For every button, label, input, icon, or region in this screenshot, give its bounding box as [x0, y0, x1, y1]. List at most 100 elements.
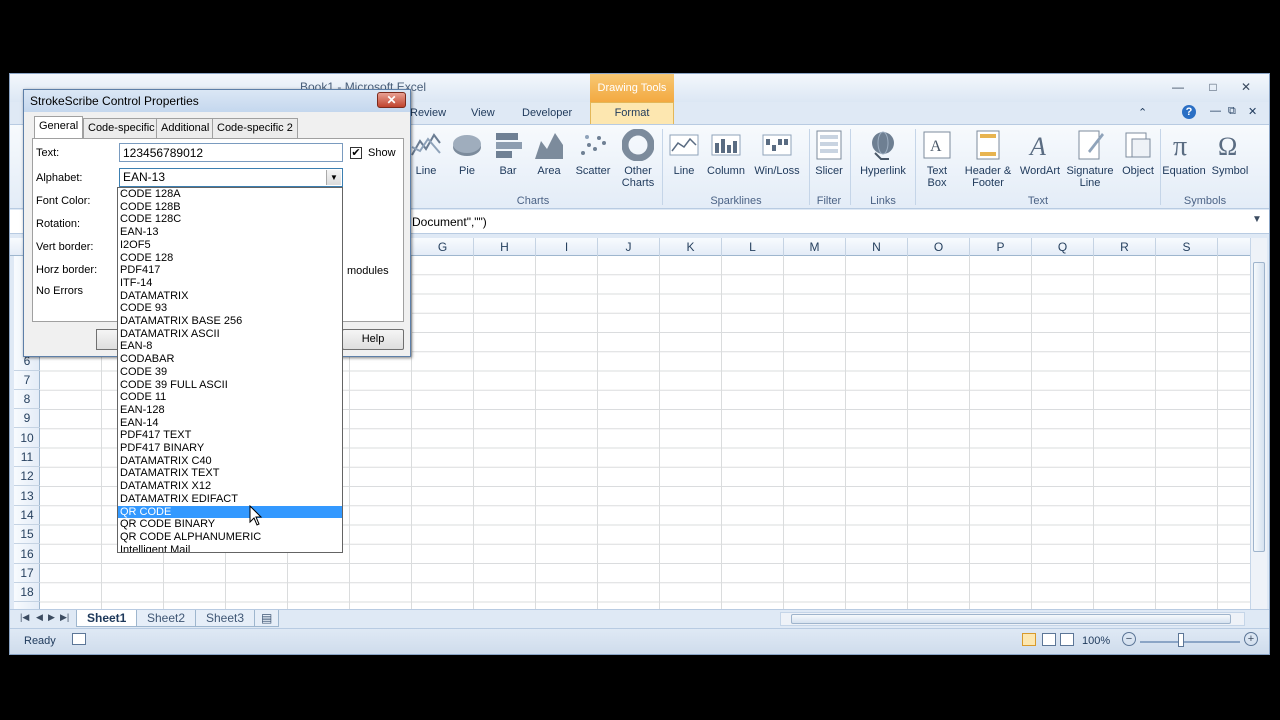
row-header[interactable]: 10 [14, 429, 40, 449]
row-header[interactable]: 14 [14, 506, 40, 526]
row-header[interactable]: 11 [14, 448, 40, 468]
dropdown-option[interactable]: DATAMATRIX C40 [118, 455, 342, 468]
scatter-chart-button[interactable]: Scatter [572, 129, 614, 195]
column-header[interactable]: L [722, 238, 784, 256]
dropdown-option[interactable]: ITF-14 [118, 277, 342, 290]
sheet-nav-next-icon[interactable]: ▶ [48, 612, 55, 623]
signature-line-button[interactable]: Signature Line [1064, 129, 1116, 195]
dropdown-option[interactable]: CODE 128A [118, 188, 342, 201]
page-layout-view-icon[interactable] [1042, 633, 1056, 646]
dropdown-option[interactable]: PDF417 BINARY [118, 442, 342, 455]
dropdown-option[interactable]: DATAMATRIX ASCII [118, 328, 342, 341]
row-header[interactable]: 15 [14, 525, 40, 545]
close-icon[interactable]: ✕ [1234, 78, 1258, 96]
column-header[interactable]: Q [1032, 238, 1094, 256]
tab-view[interactable]: View [471, 107, 495, 119]
zoom-slider[interactable] [1140, 641, 1240, 643]
slicer-button[interactable]: Slicer [812, 129, 846, 195]
dropdown-option[interactable]: DATAMATRIX TEXT [118, 467, 342, 480]
dropdown-option[interactable]: EAN-8 [118, 340, 342, 353]
expand-formula-icon[interactable]: ▼ [1252, 214, 1262, 225]
hyperlink-button[interactable]: Hyperlink [854, 129, 912, 195]
column-header[interactable]: H [474, 238, 536, 256]
object-button[interactable]: Object [1118, 129, 1158, 195]
sparkline-winloss-button[interactable]: Win/Loss [752, 129, 802, 195]
macro-record-icon[interactable] [72, 633, 86, 645]
other-charts-button[interactable]: Other Charts [616, 129, 660, 195]
text-input[interactable] [119, 143, 343, 162]
help-icon[interactable]: ? [1182, 105, 1196, 119]
insert-sheet-icon[interactable]: ▤ [254, 610, 280, 627]
horizontal-scrollbar[interactable] [780, 612, 1245, 626]
dropdown-option[interactable]: CODE 11 [118, 391, 342, 404]
caret-up-icon[interactable]: ⌃ [1138, 106, 1147, 119]
tab-format[interactable]: Format [590, 102, 674, 124]
zoom-out-icon[interactable]: − [1122, 632, 1136, 646]
dropdown-option[interactable]: Intelligent Mail [118, 544, 342, 552]
row-header[interactable]: 9 [14, 409, 40, 429]
maximize-icon[interactable]: □ [1201, 78, 1225, 96]
dropdown-option[interactable]: CODE 128 [118, 252, 342, 265]
dropdown-option[interactable]: CODE 39 [118, 366, 342, 379]
column-header[interactable]: G [412, 238, 474, 256]
dropdown-option[interactable]: DATAMATRIX [118, 290, 342, 303]
sheet-tab-sheet1[interactable]: Sheet1 [76, 610, 138, 627]
row-header[interactable]: 17 [14, 564, 40, 584]
column-header[interactable]: J [598, 238, 660, 256]
sparkline-column-button[interactable]: Column [704, 129, 748, 195]
show-checkbox[interactable]: ✔ [350, 147, 362, 159]
dropdown-option[interactable]: CODE 128B [118, 201, 342, 214]
dropdown-option[interactable]: QR CODE BINARY [118, 518, 342, 531]
column-header[interactable]: M [784, 238, 846, 256]
restore-icon[interactable]: ⧉ [1228, 105, 1236, 118]
dropdown-option[interactable]: I2OF5 [118, 239, 342, 252]
zoom-slider-thumb[interactable] [1178, 633, 1184, 647]
dialog-close-icon[interactable]: ✕ [377, 92, 406, 108]
dropdown-option[interactable]: CODE 39 FULL ASCII [118, 379, 342, 392]
pie-chart-button[interactable]: Pie [448, 129, 486, 195]
tab-additional[interactable]: Additional [156, 118, 215, 138]
dropdown-option[interactable]: QR CODE [118, 505, 342, 519]
equation-button[interactable]: π Equation [1160, 129, 1208, 195]
tab-developer[interactable]: Developer [522, 107, 572, 119]
header-footer-button[interactable]: Header & Footer [960, 129, 1016, 195]
zoom-level[interactable]: 100% [1082, 635, 1110, 647]
alphabet-dropdown-list[interactable]: CODE 128A CODE 128B CODE 128C EAN-13 I2OF5 CO… [117, 187, 343, 553]
sheet-nav-prev-icon[interactable]: ◀ [36, 612, 43, 623]
sparkline-line-button[interactable]: Line [666, 129, 702, 195]
dropdown-option[interactable]: PDF417 [118, 264, 342, 277]
column-header[interactable]: O [908, 238, 970, 256]
dropdown-option[interactable]: EAN-128 [118, 404, 342, 417]
close-workbook-icon[interactable]: ✕ [1248, 105, 1257, 118]
horizontal-scroll-thumb[interactable] [791, 614, 1231, 624]
row-header[interactable]: 18 [14, 583, 40, 603]
dropdown-option[interactable]: DATAMATRIX EDIFACT [118, 493, 342, 506]
dropdown-option[interactable]: CODE 128C [118, 213, 342, 226]
help-button[interactable]: Help [342, 329, 404, 350]
dropdown-option[interactable]: CODABAR [118, 353, 342, 366]
dropdown-option[interactable]: PDF417 TEXT [118, 429, 342, 442]
minimize-ribbon-icon[interactable]: — [1210, 105, 1221, 117]
dropdown-option[interactable]: DATAMATRIX BASE 256 [118, 315, 342, 328]
column-header[interactable]: P [970, 238, 1032, 256]
dropdown-option[interactable]: CODE 93 [118, 302, 342, 315]
line-chart-button[interactable]: Line [408, 129, 444, 195]
dropdown-option[interactable]: DATAMATRIX X12 [118, 480, 342, 493]
row-header[interactable]: 13 [14, 487, 40, 507]
minimize-icon[interactable]: — [1166, 78, 1190, 96]
row-header[interactable]: 7 [14, 371, 40, 391]
row-header[interactable]: 12 [14, 467, 40, 487]
bar-chart-button[interactable]: Bar [490, 129, 526, 195]
tab-review[interactable]: Review [410, 107, 446, 119]
dropdown-option[interactable]: EAN-14 [118, 417, 342, 430]
text-box-button[interactable]: A Text Box [918, 129, 956, 195]
tab-general[interactable]: General [34, 116, 84, 138]
sheet-nav-first-icon[interactable]: |◀ [20, 612, 29, 623]
column-header[interactable]: I [536, 238, 598, 256]
page-break-view-icon[interactable] [1060, 633, 1074, 646]
sheet-tab-sheet2[interactable]: Sheet2 [136, 610, 197, 627]
column-header[interactable]: S [1156, 238, 1218, 256]
sheet-nav-last-icon[interactable]: ▶| [60, 612, 69, 623]
wordart-button[interactable]: A WordArt [1018, 129, 1062, 195]
row-header[interactable]: 8 [14, 390, 40, 410]
